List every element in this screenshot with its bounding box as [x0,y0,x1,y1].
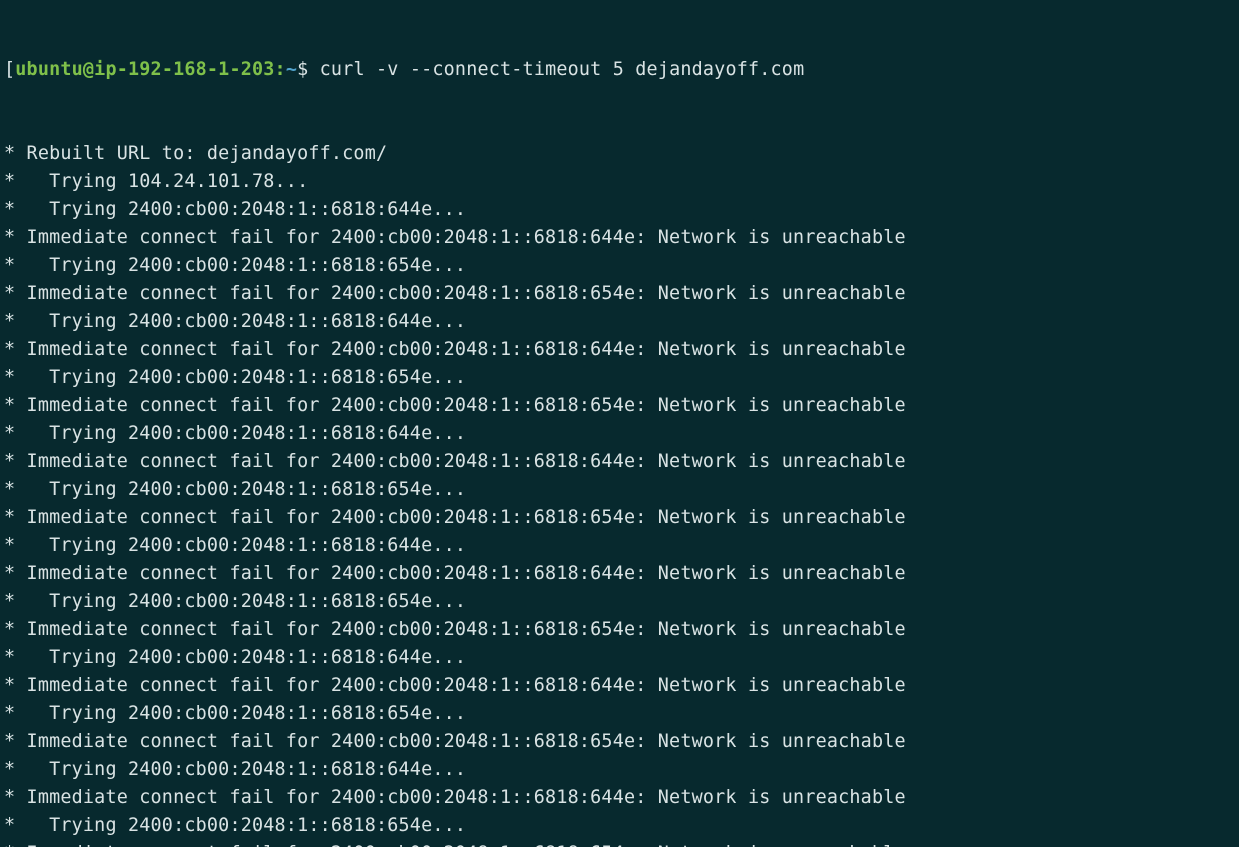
output-line: * Trying 2400:cb00:2048:1::6818:644e... [4,644,1235,672]
output-line: * Immediate connect fail for 2400:cb00:2… [4,728,1235,756]
output-line: * Immediate connect fail for 2400:cb00:2… [4,840,1235,847]
command-text: curl -v --connect-timeout 5 dejandayoff.… [320,59,805,80]
output-line: * Immediate connect fail for 2400:cb00:2… [4,672,1235,700]
output-line: * Trying 2400:cb00:2048:1::6818:654e... [4,252,1235,280]
output-line: * Trying 2400:cb00:2048:1::6818:654e... [4,812,1235,840]
output-line: * Immediate connect fail for 2400:cb00:2… [4,616,1235,644]
terminal[interactable]: [ubuntu@ip-192-168-1-203:~$ curl -v --co… [0,0,1239,847]
output-line: * Trying 2400:cb00:2048:1::6818:644e... [4,308,1235,336]
prompt-dollar: $ [297,59,320,80]
prompt-line: [ubuntu@ip-192-168-1-203:~$ curl -v --co… [4,56,1235,84]
output-line: * Immediate connect fail for 2400:cb00:2… [4,336,1235,364]
output-line: * Immediate connect fail for 2400:cb00:2… [4,560,1235,588]
prompt-open-bracket: [ [4,59,15,80]
output-line: * Immediate connect fail for 2400:cb00:2… [4,504,1235,532]
output-line: * Trying 104.24.101.78... [4,168,1235,196]
output-line: * Trying 2400:cb00:2048:1::6818:654e... [4,364,1235,392]
output-line: * Immediate connect fail for 2400:cb00:2… [4,392,1235,420]
terminal-output: * Rebuilt URL to: dejandayoff.com/* Tryi… [4,140,1235,847]
output-line: * Immediate connect fail for 2400:cb00:2… [4,784,1235,812]
prompt-user-host: ubuntu@ip-192-168-1-203 [15,59,274,80]
output-line: * Immediate connect fail for 2400:cb00:2… [4,448,1235,476]
output-line: * Trying 2400:cb00:2048:1::6818:654e... [4,476,1235,504]
output-line: * Trying 2400:cb00:2048:1::6818:654e... [4,588,1235,616]
output-line: * Trying 2400:cb00:2048:1::6818:644e... [4,420,1235,448]
output-line: * Trying 2400:cb00:2048:1::6818:654e... [4,700,1235,728]
prompt-separator: : [275,59,286,80]
output-line: * Trying 2400:cb00:2048:1::6818:644e... [4,196,1235,224]
output-line: * Immediate connect fail for 2400:cb00:2… [4,280,1235,308]
output-line: * Immediate connect fail for 2400:cb00:2… [4,224,1235,252]
output-line: * Trying 2400:cb00:2048:1::6818:644e... [4,532,1235,560]
output-line: * Trying 2400:cb00:2048:1::6818:644e... [4,756,1235,784]
output-line: * Rebuilt URL to: dejandayoff.com/ [4,140,1235,168]
prompt-path: ~ [286,59,297,80]
